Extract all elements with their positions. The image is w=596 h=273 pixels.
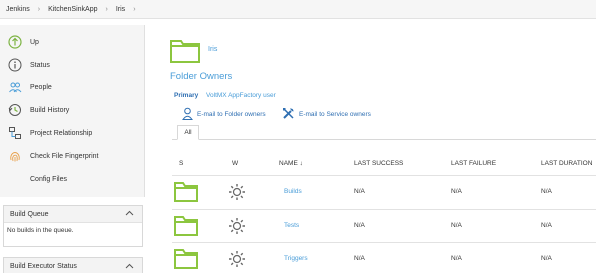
sidebar-item-status[interactable]: Status [8,56,50,74]
email-folder-owners-label: E-mail to Folder owners [197,111,266,118]
last-success: N/A [354,255,365,262]
column-header-last-failure[interactable]: LAST FAILURE [451,160,496,167]
column-header-name[interactable]: NAME ↓ [279,160,303,167]
build-executor-title: Build Executor Status [10,263,77,270]
sidebar-item-label: Build History [30,106,70,114]
column-header-status[interactable]: S [179,160,183,167]
folder-name: Iris [208,46,218,53]
person-icon [182,107,193,122]
row-divider [172,209,596,210]
primary-label: Primary [174,92,199,99]
breadcrumb-iris[interactable]: Iris [116,6,125,13]
build-queue-body: No builds in the queue. [7,227,74,234]
last-failure: N/A [451,188,462,195]
sidebar-item-label: Check File Fingerprint [30,152,99,160]
chevron-up-icon[interactable] [125,210,134,218]
last-success: N/A [354,188,365,195]
primary-owner-row: Primary VoltMX AppFactory user [174,92,276,99]
sidebar-item-people[interactable]: People [8,78,52,96]
config-files-icon [8,172,22,186]
tools-icon [282,107,295,122]
folder-owners-title: Folder Owners [170,71,233,82]
job-link-triggers[interactable]: Triggers [284,255,308,262]
folder-icon [170,38,200,65]
sidebar-item-config-files[interactable]: Config Files [8,170,67,188]
breadcrumb-separator: › [37,5,41,13]
weather-icon [228,183,246,203]
last-success: N/A [354,222,365,229]
last-duration: N/A [541,188,552,195]
weather-icon [228,250,246,270]
build-history-icon [8,103,22,117]
last-failure: N/A [451,222,462,229]
sidebar-item-project-relationship[interactable]: Project Relationship [8,124,92,142]
sidebar-item-label: Project Relationship [30,129,93,137]
email-service-owners-label: E-mail to Service owners [299,111,371,118]
breadcrumb: Jenkins › KitchenSinkApp › Iris › [0,0,596,19]
sidebar-item-check-file-fingerprint[interactable]: Check File Fingerprint [8,147,98,165]
row-divider [172,242,596,243]
people-icon [8,80,22,94]
build-queue-header[interactable]: Build Queue [4,206,142,223]
breadcrumb-kitchensinkapp[interactable]: KitchenSinkApp [48,6,97,13]
sidebar-item-label: Up [30,38,39,46]
sidebar-item-label: People [30,83,52,91]
sidebar: Up Status People Build History Project R… [0,25,145,197]
chevron-up-icon[interactable] [125,263,134,271]
column-header-weather[interactable]: W [232,160,238,167]
column-header-last-duration[interactable]: LAST DURATION [541,160,592,167]
email-folder-owners-link[interactable]: E-mail to Folder owners [182,107,266,122]
fingerprint-icon [8,149,22,163]
sidebar-item-label: Config Files [30,175,67,183]
info-icon [8,58,22,72]
weather-icon [228,217,246,237]
sidebar-item-build-history[interactable]: Build History [8,101,69,119]
tab-all[interactable]: All [177,125,199,140]
folder-icon [174,248,198,271]
job-link-builds[interactable]: Builds [284,188,302,195]
build-queue-title: Build Queue [10,210,49,218]
up-arrow-icon [8,35,22,49]
column-header-last-success[interactable]: LAST SUCCESS [354,160,403,167]
folder-icon [174,215,198,238]
last-duration: N/A [541,222,552,229]
breadcrumb-separator: › [133,5,136,13]
last-duration: N/A [541,255,552,262]
primary-owner-link[interactable]: VoltMX AppFactory user [206,92,276,99]
relationship-icon [8,126,22,140]
build-executor-header[interactable]: Build Executor Status [4,258,142,273]
sidebar-item-label: Status [30,61,50,69]
email-service-owners-link[interactable]: E-mail to Service owners [282,107,371,122]
build-executor-panel: Build Executor Status [3,257,143,273]
breadcrumb-jenkins[interactable]: Jenkins [6,6,30,13]
job-link-tests[interactable]: Tests [284,222,299,229]
row-divider [172,175,596,176]
last-failure: N/A [451,255,462,262]
sidebar-item-up[interactable]: Up [8,33,39,51]
breadcrumb-separator: › [105,5,108,13]
folder-icon [174,181,198,204]
build-queue-panel: Build Queue No builds in the queue. [3,205,143,247]
tab-divider [172,139,596,140]
